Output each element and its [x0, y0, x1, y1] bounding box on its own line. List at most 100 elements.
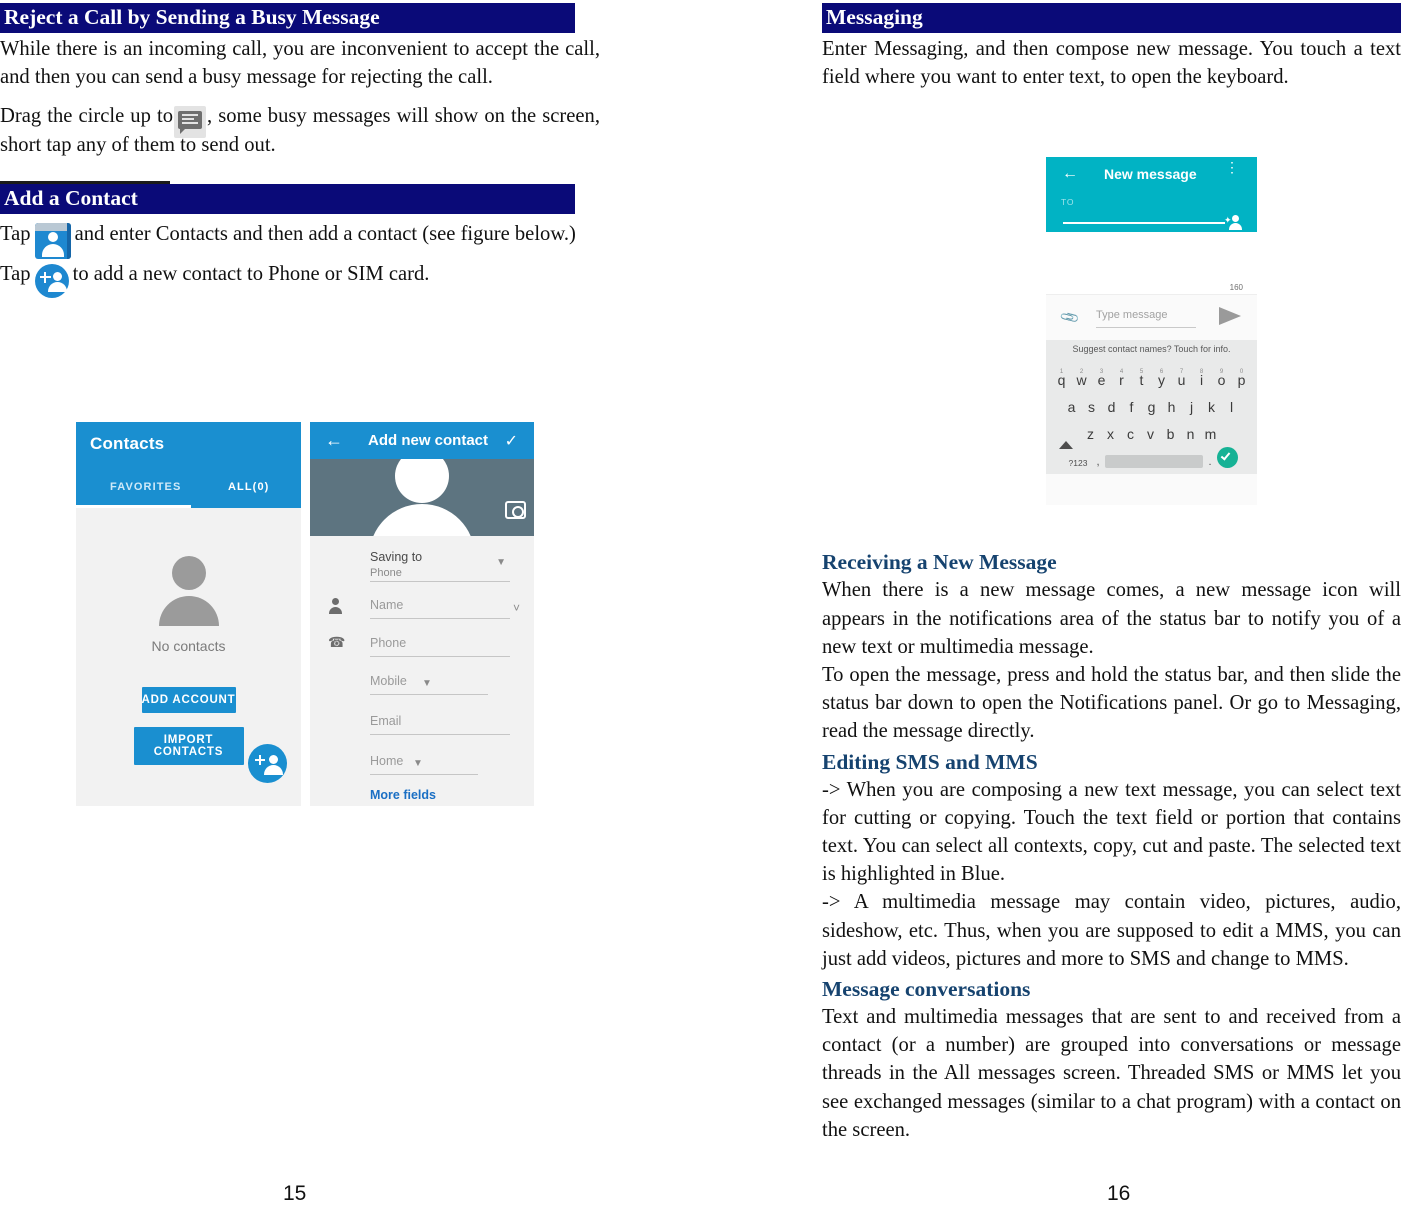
subheading-editing-sms-mms: Editing SMS and MMS — [822, 749, 1038, 774]
key-q[interactable]: 1q — [1052, 369, 1072, 388]
keyboard-row-4: ?123 , . — [1049, 442, 1254, 468]
attachment-clip-icon[interactable]: 📎 — [1059, 307, 1081, 329]
contacts-tab-bar: FAVORITES ALL(0) — [76, 474, 301, 508]
contacts-app-screenshot: Contacts FAVORITES ALL(0) No contacts AD… — [76, 422, 301, 806]
tab-favorites[interactable]: FAVORITES — [110, 481, 181, 493]
placeholder-avatar-icon — [171, 556, 206, 590]
subheading-message-conversations: Message conversations — [822, 977, 1031, 1002]
paragraph-tap-add-new: Tap to add a new contact to Phone or SIM … — [0, 260, 600, 298]
field-value-saving-to: Phone — [370, 567, 402, 579]
overflow-menu-icon[interactable]: ⋮ — [1225, 160, 1239, 174]
key-w[interactable]: 2w — [1072, 369, 1092, 388]
key-x[interactable]: x — [1101, 426, 1121, 442]
key-j[interactable]: j — [1182, 399, 1202, 415]
key-n[interactable]: n — [1181, 426, 1201, 442]
paragraph-receiving-1: When there is a new message comes, a new… — [822, 579, 1401, 658]
field-label-email: Email — [370, 714, 402, 728]
paragraph-tap-contacts-after: and enter Contacts and then add a contac… — [74, 222, 576, 245]
key-u[interactable]: 7u — [1172, 369, 1192, 388]
key-v[interactable]: v — [1141, 426, 1161, 442]
paragraph-drag-circle: Drag the circle up to, some busy message… — [0, 102, 600, 158]
key-e[interactable]: 3e — [1092, 369, 1112, 388]
add-recipient-icon[interactable]: ✦ — [1224, 215, 1242, 230]
no-contacts-label: No contacts — [151, 638, 226, 654]
contacts-app-bar: Contacts — [76, 422, 301, 474]
contacts-empty-body: No contacts ADD ACCOUNT IMPORT CONTACTS — [76, 508, 301, 806]
paragraph-editing-1: -> When you are composing a new text mes… — [822, 778, 1401, 886]
add-contact-app-bar: ← Add new contact ✓ — [310, 422, 534, 459]
add-new-contact-screenshot: ← Add new contact ✓ Saving to Phone ▼ Na… — [310, 422, 534, 806]
key-a[interactable]: a — [1062, 399, 1082, 415]
key-z[interactable]: z — [1081, 426, 1101, 442]
keyboard-row-1: 1q 2w 3e 4r 5t 6y 7u 8i 9o 0p — [1049, 361, 1254, 388]
key-s[interactable]: s — [1082, 399, 1102, 415]
comma-key[interactable]: , — [1091, 456, 1105, 468]
on-screen-keyboard: 1q 2w 3e 4r 5t 6y 7u 8i 9o 0p a s d f g … — [1046, 357, 1257, 474]
symbols-key[interactable]: ?123 — [1065, 458, 1091, 468]
section-heading-add-contact: Add a Contact — [0, 183, 575, 214]
key-b[interactable]: b — [1161, 426, 1181, 442]
chevron-down-icon-home[interactable]: ▼ — [413, 758, 423, 769]
add-account-button[interactable]: ADD ACCOUNT — [141, 687, 236, 713]
field-label-saving-to: Saving to — [370, 550, 423, 564]
camera-icon[interactable] — [505, 501, 526, 519]
paragraph-tap-contacts-before: Tap — [0, 222, 31, 245]
manual-page-spread: Reject a Call by Sending a Busy Message … — [0, 0, 1401, 1220]
save-check-icon[interactable]: ✓ — [505, 431, 518, 451]
key-k[interactable]: k — [1202, 399, 1222, 415]
type-message-placeholder[interactable]: Type message — [1096, 309, 1168, 321]
key-y[interactable]: 6y — [1152, 369, 1172, 388]
field-label-mobile: Mobile — [370, 674, 407, 688]
figure-contacts-screens: Contacts FAVORITES ALL(0) No contacts AD… — [76, 422, 534, 806]
key-o[interactable]: 9o — [1212, 369, 1232, 388]
contacts-app-icon — [31, 221, 74, 262]
add-contact-title: Add new contact — [368, 432, 489, 449]
key-r[interactable]: 4r — [1112, 369, 1132, 388]
chevron-expand-icon[interactable]: ˅ — [513, 601, 520, 615]
key-d[interactable]: d — [1102, 399, 1122, 415]
subheading-receiving-new-message: Receiving a New Message — [822, 550, 1057, 575]
space-key[interactable] — [1105, 455, 1203, 468]
key-i[interactable]: 8i — [1192, 369, 1212, 388]
chevron-down-icon[interactable]: ▼ — [496, 557, 506, 568]
key-m[interactable]: m — [1201, 426, 1221, 442]
key-g[interactable]: g — [1142, 399, 1162, 415]
new-message-title: New message — [1104, 166, 1197, 182]
add-contact-fab[interactable] — [248, 744, 287, 783]
shift-key-icon[interactable] — [1058, 424, 1081, 449]
keyboard-row-3: z x c v b n m — [1049, 415, 1254, 449]
page-number-right: 16 — [1107, 1182, 1131, 1205]
key-h[interactable]: h — [1162, 399, 1182, 415]
add-contact-fab-icon — [33, 262, 71, 300]
more-fields-link[interactable]: More fields — [370, 788, 436, 802]
field-label-phone: Phone — [370, 636, 407, 650]
paragraph-tap-contacts: Tap and enter Contacts and then add a con… — [0, 220, 600, 262]
enter-confirm-key-icon[interactable] — [1217, 447, 1238, 468]
key-p[interactable]: 0p — [1232, 369, 1252, 388]
left-page-column: Reject a Call by Sending a Busy Message … — [0, 0, 600, 298]
paragraph-messaging-intro: Enter Messaging, and then compose new me… — [822, 38, 1401, 89]
keyboard-row-2: a s d f g h j k l — [1049, 388, 1254, 415]
contact-fields-list: Saving to Phone ▼ Name ˅ ☎ Phone Mobile … — [310, 536, 534, 806]
paragraph-editing-2: -> A multimedia message may contain vide… — [822, 891, 1401, 970]
new-message-app-bar: ← New message ⋮ TO ✦ — [1046, 157, 1257, 232]
key-l[interactable]: l — [1222, 399, 1242, 415]
key-c[interactable]: c — [1121, 426, 1141, 442]
key-t[interactable]: 5t — [1132, 369, 1152, 388]
key-f[interactable]: f — [1122, 399, 1142, 415]
paragraph-tap-add-new-after: to add a new contact to Phone or SIM car… — [72, 263, 430, 286]
back-arrow-icon[interactable]: ← — [325, 431, 343, 449]
paragraph-receiving-2: To open the message, press and hold the … — [822, 664, 1401, 743]
chevron-down-icon-mobile[interactable]: ▼ — [422, 678, 432, 689]
busy-message-icon — [174, 105, 206, 138]
message-body-area[interactable]: 160 — [1046, 232, 1257, 294]
to-field-input[interactable] — [1063, 222, 1225, 224]
to-field-label: TO — [1061, 197, 1075, 207]
back-arrow-icon-message[interactable]: ← — [1062, 165, 1078, 183]
send-icon[interactable] — [1219, 307, 1241, 325]
contact-photo-area[interactable] — [310, 459, 534, 536]
suggest-contact-banner[interactable]: Suggest contact names? Touch for info. — [1046, 340, 1257, 357]
import-contacts-button[interactable]: IMPORT CONTACTS — [133, 727, 244, 765]
period-key[interactable]: . — [1203, 456, 1217, 468]
tab-all[interactable]: ALL(0) — [228, 481, 269, 493]
